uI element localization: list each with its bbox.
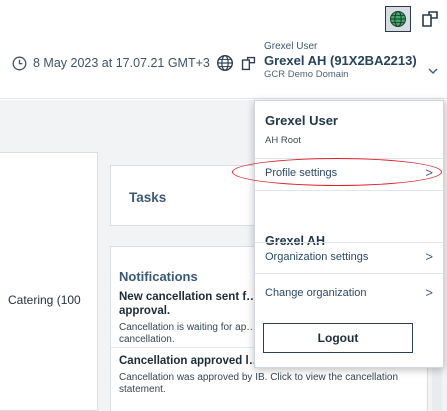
dropdown-divider: [255, 242, 443, 243]
clock-icon: [12, 56, 27, 71]
profile-settings-label: Profile settings: [265, 167, 338, 179]
header-bar: 8 May 2023 at 17.07.21 GMT+3 Grexel User…: [0, 34, 447, 99]
globe-icon[interactable]: [216, 54, 234, 72]
organization-settings-label: Organization settings: [265, 251, 369, 263]
tasks-title: Tasks: [129, 190, 167, 205]
notification-1-body[interactable]: Cancellation is waiting for ap… cancella…: [119, 322, 259, 346]
catering-label: Catering (100: [8, 293, 81, 307]
datetime-text: 8 May 2023 at 17.07.21 GMT+3: [33, 56, 210, 70]
change-organization-label: Change organization: [265, 287, 367, 299]
dropdown-user-role: AH Root: [265, 135, 301, 146]
chevron-right-icon: >: [425, 165, 433, 180]
dropdown-divider: [255, 158, 443, 159]
chevron-right-icon: >: [425, 249, 433, 264]
user-account-switcher[interactable]: Grexel User Grexel AH (91X2BA2213) GCR D…: [264, 41, 438, 80]
dropdown-divider: [255, 190, 443, 191]
logout-button[interactable]: Logout: [263, 323, 413, 353]
dropdown-divider: [255, 273, 443, 274]
user-type: Grexel User: [264, 41, 318, 52]
notification-2-body[interactable]: Cancellation was approved by IB. Click t…: [119, 372, 419, 396]
profile-settings-item[interactable]: Profile settings >: [255, 160, 443, 186]
notifications-title: Notifications: [119, 269, 198, 284]
change-organization-item[interactable]: Change organization >: [255, 280, 443, 306]
account-dropdown: Grexel User AH Root Profile settings > G…: [254, 100, 444, 368]
globe-icon: [390, 11, 406, 27]
domain-name: GCR Demo Domain: [264, 69, 349, 80]
external-window-icon[interactable]: [419, 8, 441, 30]
top-icons: [385, 6, 441, 32]
external-window-icon[interactable]: [240, 55, 257, 72]
dropdown-user-name: Grexel User: [265, 113, 338, 128]
header-datetime-row: 8 May 2023 at 17.07.21 GMT+3: [12, 54, 257, 72]
left-summary-card: Catering (100: [0, 152, 98, 411]
chevron-down-icon[interactable]: [428, 62, 438, 80]
account-name: Grexel AH (91X2BA2213): [264, 53, 417, 68]
globe-icon-button[interactable]: [385, 6, 411, 32]
notification-1-title[interactable]: New cancellation sent f… approval.: [119, 290, 259, 318]
organization-settings-item[interactable]: Organization settings >: [255, 244, 443, 270]
chevron-right-icon: >: [425, 285, 433, 300]
